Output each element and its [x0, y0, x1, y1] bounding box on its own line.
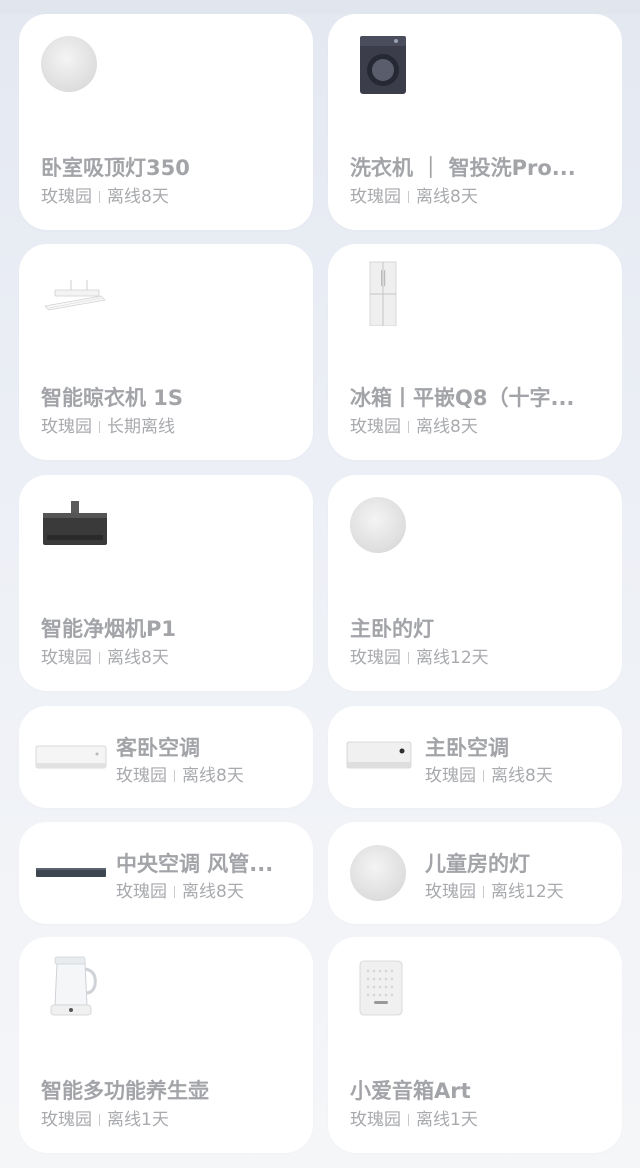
divider — [408, 421, 409, 433]
device-meta: 玫瑰园 离线8天 — [116, 877, 244, 902]
device-room: 玫瑰园 — [116, 882, 167, 902]
device-room: 玫瑰园 — [425, 766, 476, 786]
duct-ac-icon — [36, 868, 106, 877]
air-conditioner-icon — [346, 741, 412, 769]
device-meta: 玫瑰园 离线12天 — [350, 643, 489, 668]
divider — [174, 886, 175, 898]
device-card-washing-machine[interactable]: 洗衣机 ｜ 智投洗Pro... 玫瑰园 离线8天 — [328, 14, 622, 230]
device-meta: 玫瑰园 离线1天 — [350, 1105, 478, 1130]
ceiling-light-icon — [350, 845, 406, 901]
device-meta: 玫瑰园 离线12天 — [425, 877, 564, 902]
device-room: 玫瑰园 — [41, 648, 92, 668]
device-status: 离线1天 — [107, 1110, 169, 1130]
device-card-refrigerator[interactable]: 冰箱丨平嵌Q8（十字... 玫瑰园 离线8天 — [328, 244, 622, 460]
washing-machine-icon — [360, 36, 406, 94]
top-strip — [0, 0, 640, 14]
air-conditioner-icon — [35, 745, 107, 769]
device-status: 离线12天 — [416, 648, 489, 668]
clothes-dryer-rack-icon — [44, 280, 106, 311]
device-status: 离线8天 — [182, 766, 244, 786]
device-card-bedroom-ceiling-light[interactable]: 卧室吸顶灯350 玫瑰园 离线8天 — [19, 14, 313, 230]
device-status: 离线8天 — [416, 417, 478, 437]
device-meta: 玫瑰园 离线1天 — [41, 1105, 169, 1130]
device-meta: 玫瑰园 离线8天 — [116, 761, 244, 786]
device-status: 离线1天 — [416, 1110, 478, 1130]
device-room: 玫瑰园 — [116, 766, 167, 786]
device-room: 玫瑰园 — [350, 187, 401, 207]
device-card-guest-room-ac[interactable]: 客卧空调 玫瑰园 离线8天 — [19, 706, 313, 808]
device-name: 中央空调 风管... — [116, 852, 274, 876]
device-status: 离线8天 — [107, 648, 169, 668]
divider — [483, 770, 484, 782]
divider — [99, 1114, 100, 1126]
device-meta: 玫瑰园 离线8天 — [350, 182, 478, 207]
divider — [174, 770, 175, 782]
device-room: 玫瑰园 — [41, 187, 92, 207]
divider — [408, 652, 409, 664]
smart-speaker-icon — [359, 960, 403, 1016]
device-card-range-hood[interactable]: 智能净烟机P1 玫瑰园 离线8天 — [19, 475, 313, 691]
device-name: 客卧空调 — [116, 736, 200, 760]
device-status: 长期离线 — [107, 417, 175, 437]
device-room: 玫瑰园 — [350, 1110, 401, 1130]
device-meta: 玫瑰园 离线8天 — [350, 412, 478, 437]
device-card-master-bedroom-light[interactable]: 主卧的灯 玫瑰园 离线12天 — [328, 475, 622, 691]
device-name: 卧室吸顶灯350 — [41, 156, 190, 180]
device-name: 智能晾衣机 1S — [41, 386, 184, 410]
device-meta: 玫瑰园 离线8天 — [425, 761, 553, 786]
device-status: 离线8天 — [416, 187, 478, 207]
device-name: 主卧空调 — [425, 736, 509, 760]
device-room: 玫瑰园 — [41, 417, 92, 437]
device-meta: 玫瑰园 离线8天 — [41, 643, 169, 668]
divider — [99, 191, 100, 203]
divider — [99, 652, 100, 664]
device-name: 冰箱丨平嵌Q8（十字... — [350, 386, 575, 410]
device-room: 玫瑰园 — [41, 1110, 92, 1130]
device-meta: 玫瑰园 长期离线 — [41, 412, 175, 437]
refrigerator-icon — [369, 261, 397, 326]
divider — [408, 1114, 409, 1126]
device-card-central-ac[interactable]: 中央空调 风管... 玫瑰园 离线8天 — [19, 822, 313, 924]
device-status: 离线12天 — [491, 882, 564, 902]
device-card-health-kettle[interactable]: 智能多功能养生壶 玫瑰园 离线1天 — [19, 937, 313, 1153]
ceiling-light-icon — [41, 36, 97, 92]
health-kettle-icon — [50, 956, 97, 1016]
divider — [99, 421, 100, 433]
device-status: 离线8天 — [491, 766, 553, 786]
device-status: 离线8天 — [182, 882, 244, 902]
device-name: 智能多功能养生壶 — [41, 1079, 209, 1103]
device-room: 玫瑰园 — [425, 882, 476, 902]
device-name: 洗衣机 ｜ 智投洗Pro... — [350, 156, 576, 180]
device-meta: 玫瑰园 离线8天 — [41, 182, 169, 207]
device-name: 儿童房的灯 — [425, 852, 530, 876]
device-card-xiaoai-speaker-art[interactable]: 小爱音箱Art 玫瑰园 离线1天 — [328, 937, 622, 1153]
device-room: 玫瑰园 — [350, 417, 401, 437]
device-name: 智能净烟机P1 — [41, 617, 177, 641]
device-card-kids-room-light[interactable]: 儿童房的灯 玫瑰园 离线12天 — [328, 822, 622, 924]
device-name: 主卧的灯 — [350, 617, 434, 641]
divider — [483, 886, 484, 898]
device-status: 离线8天 — [107, 187, 169, 207]
ceiling-light-icon — [350, 497, 406, 553]
range-hood-icon — [43, 501, 107, 545]
device-card-clothes-dryer[interactable]: 智能晾衣机 1S 玫瑰园 长期离线 — [19, 244, 313, 460]
device-card-master-bedroom-ac[interactable]: 主卧空调 玫瑰园 离线8天 — [328, 706, 622, 808]
device-name: 小爱音箱Art — [350, 1079, 471, 1103]
divider — [408, 191, 409, 203]
device-room: 玫瑰园 — [350, 648, 401, 668]
